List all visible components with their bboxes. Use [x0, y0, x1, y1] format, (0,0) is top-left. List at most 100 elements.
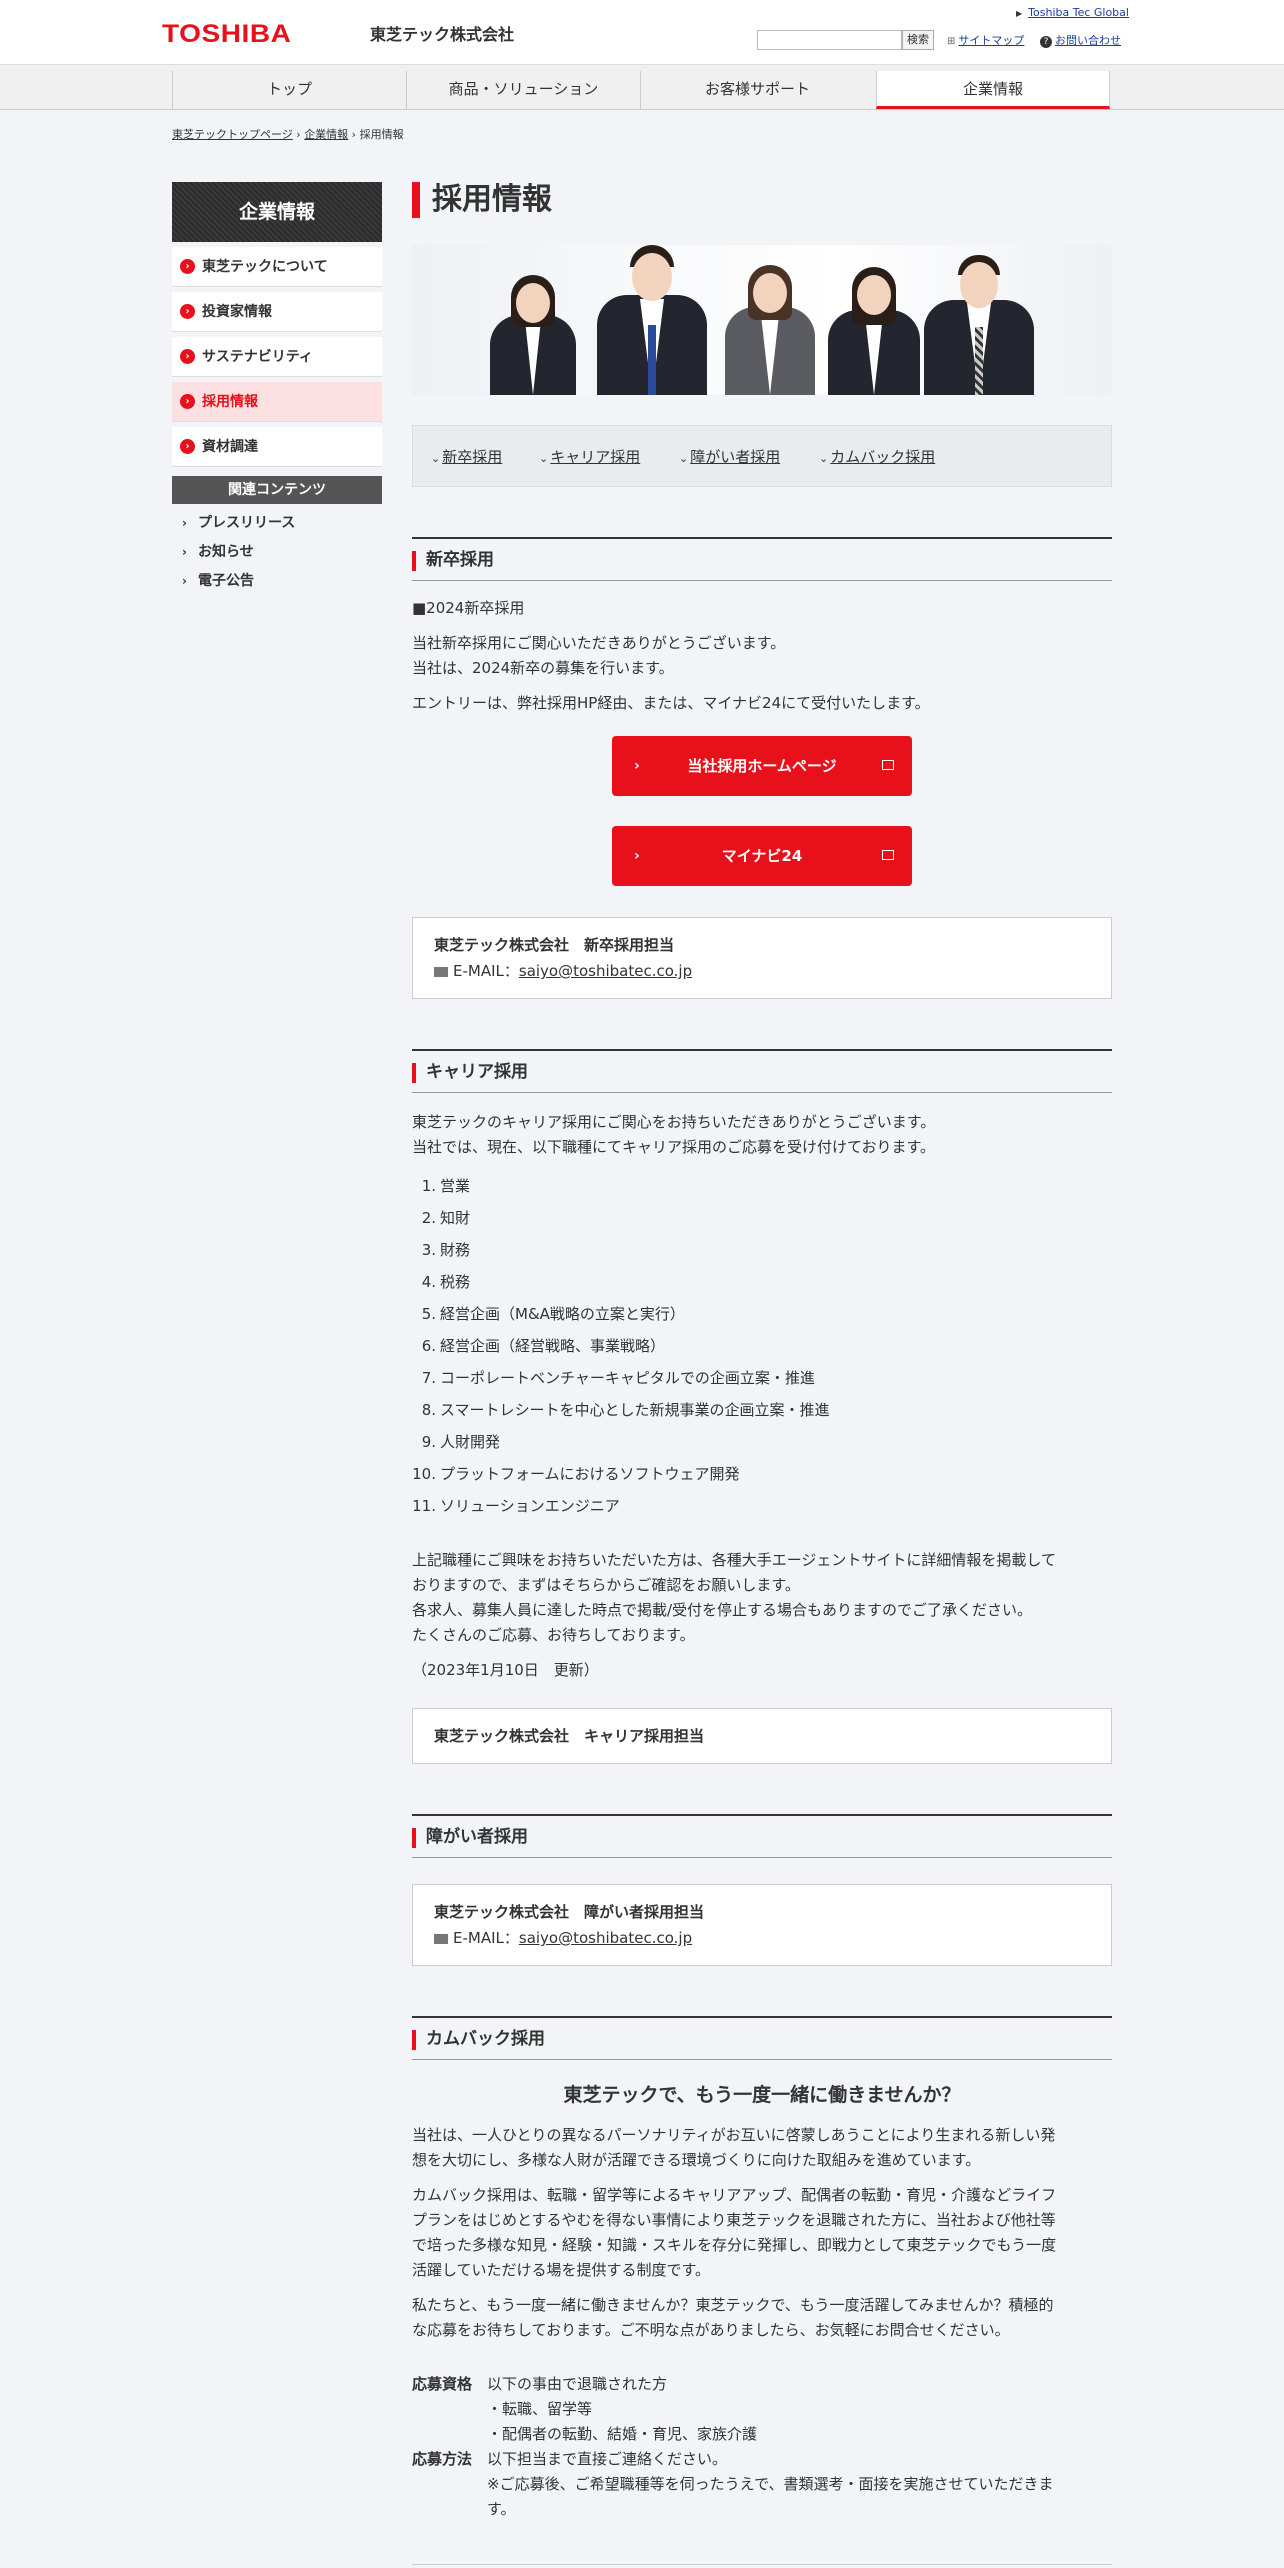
sitemap-link[interactable]: サイトマップ [958, 34, 1024, 47]
method-value: 以下担当まで直接ご連絡ください。 [487, 2450, 728, 2468]
sitemap-link-row: ⊞ サイトマップ [947, 32, 1024, 48]
external-link-icon [882, 760, 894, 770]
career-job-item: 1. 営業 [412, 1170, 1112, 1202]
new-grad-text: 当社は、2024新卒の募集を行います。 [412, 659, 674, 677]
sidebar-title[interactable]: 企業情報 [172, 182, 382, 242]
list-number: 6. [421, 1337, 436, 1355]
chevron-down-icon: ⌄ [819, 452, 829, 465]
anchor-comeback[interactable]: ⌄ カムバック採用 [819, 446, 935, 467]
chevron-right-icon: › [180, 394, 195, 409]
breadcrumb: 東芝テックトップページ › 企業情報 › 採用情報 [172, 128, 404, 141]
external-link-icon [882, 850, 894, 860]
contact-link[interactable]: お問い合わせ [1055, 34, 1121, 47]
tab-support[interactable]: お客様サポート [640, 71, 874, 109]
job-label: コーポレートベンチャーキャピタルでの企画立案・推進 [440, 1369, 815, 1387]
disability-contact-box: 東芝テック株式会社 障がい者採用担当 E-MAIL：saiyo@toshibat… [412, 1884, 1112, 1966]
career-job-item: 4. 税務 [412, 1266, 1112, 1298]
contact-title: 東芝テック株式会社 キャリア採用担当 [434, 1727, 705, 1745]
chevron-down-icon: ⌄ [431, 452, 441, 465]
qualification-row: 応募資格 以下の事由で退職された方 ・転職、留学等 ・配偶者の転勤、結婚・育児、… [412, 2372, 1112, 2447]
recruit-homepage-button[interactable]: › 当社採用ホームページ [612, 736, 912, 796]
qualification-value: ・転職、留学等 [487, 2400, 593, 2418]
comeback-text: で培った多様な知見・経験・知識・スキルを存分に発揮し、即戦力として東芝テックでも… [412, 2236, 1057, 2254]
mynavi-button[interactable]: › マイナビ24 [612, 826, 912, 886]
chevron-right-icon: › [180, 304, 195, 319]
button-label: 当社採用ホームページ [687, 757, 837, 775]
contact-title: 東芝テック株式会社 新卒採用担当 [434, 936, 675, 954]
anchor-label: キャリア採用 [550, 448, 641, 466]
job-label: ソリューションエンジニア [440, 1497, 620, 1515]
qualification-value: 以下の事由で退職された方 [487, 2375, 668, 2393]
method-value: す。 [487, 2500, 516, 2518]
new-grad-text: 当社新卒採用にご関心いただきありがとうございます。 [412, 634, 786, 652]
global-nav: トップ 商品・ソリューション お客様サポート 企業情報 [0, 64, 1284, 110]
sidebar-item-label: 投資家情報 [202, 304, 272, 320]
section-heading-disability: 障がい者採用 [412, 1814, 1112, 1858]
mail-label: E-MAIL： [453, 1929, 519, 1947]
job-label: 経営企画（M&A戦略の立案と実行） [440, 1305, 685, 1323]
job-label: 人財開発 [440, 1433, 501, 1451]
sidebar-item-sustainability[interactable]: › サステナビリティ [172, 337, 382, 377]
contact-mail: E-MAIL：saiyo@toshibatec.co.jp [434, 958, 1090, 984]
related-item-label: お知らせ [198, 544, 254, 560]
qualification-label: 応募資格 [412, 2375, 473, 2393]
tab-products[interactable]: 商品・ソリューション [406, 71, 640, 109]
toshiba-tec-global-link[interactable]: Toshiba Tec Global [1028, 6, 1129, 19]
mail-link[interactable]: saiyo@toshibatec.co.jp [519, 1929, 692, 1947]
tab-corporate[interactable]: 企業情報 [876, 71, 1110, 109]
person-image [725, 265, 815, 395]
related-item-notice[interactable]: › 電子公告 [172, 571, 382, 591]
breadcrumb-home[interactable]: 東芝テックトップページ [172, 128, 293, 141]
career-job-item: 2. 知財 [412, 1202, 1112, 1234]
mail-icon [434, 1933, 448, 1944]
search-button[interactable]: 検索 [902, 30, 934, 50]
global-link-row: ▶ Toshiba Tec Global [1016, 6, 1129, 19]
divider [412, 2564, 1112, 2568]
new-grad-text: エントリーは、弊社採用HP経由、または、マイナビ24にて受付いたします。 [412, 694, 930, 712]
chevron-right-icon: › [634, 758, 640, 774]
sidebar-item-about[interactable]: › 東芝テックについて [172, 247, 382, 287]
new-grad-sub: ■2024新卒採用 [412, 599, 525, 617]
comeback-text: 私たちと、もう一度一緒に働きませんか？東芝テックで、もう一度活躍してみませんか？… [412, 2296, 1054, 2314]
career-job-item: 7. コーポレートベンチャーキャピタルでの企画立案・推進 [412, 1362, 1112, 1394]
comeback-text: な応募をお待ちしております。ご不明な点がありましたら、お気軽にお問合せください。 [412, 2321, 1010, 2339]
sidebar-item-recruit[interactable]: › 採用情報 [172, 382, 382, 422]
question-icon: ? [1040, 36, 1052, 48]
breadcrumb-corporate[interactable]: 企業情報 [304, 128, 348, 141]
related-item-news[interactable]: › お知らせ [172, 542, 382, 562]
method-value: ※ご応募後、ご希望職種等を伺ったうえで、書類選考・面接を実施させていただきま [487, 2475, 1054, 2493]
job-label: 税務 [440, 1273, 471, 1291]
job-label: プラットフォームにおけるソフトウェア開発 [440, 1465, 740, 1483]
list-number: 1. [421, 1177, 436, 1195]
search-input[interactable] [757, 30, 902, 50]
main-content: 採用情報 ⌄ 新卒採用 ⌄ キャリア採用 ⌄ 障がい者採用 ⌄ カムバック採用 … [412, 180, 1112, 2565]
job-label: 知財 [440, 1209, 471, 1227]
related-item-press[interactable]: › プレスリリース [172, 513, 382, 533]
sidebar-item-procurement[interactable]: › 資材調達 [172, 427, 382, 467]
toshiba-logo[interactable]: TOSHIBA [162, 20, 291, 49]
tab-top[interactable]: トップ [172, 71, 406, 109]
career-job-item: 9. 人財開発 [412, 1426, 1112, 1458]
anchor-new-grad[interactable]: ⌄ 新卒採用 [431, 446, 502, 467]
person-image [924, 255, 1034, 395]
method-label: 応募方法 [412, 2450, 473, 2468]
list-number: 4. [421, 1273, 436, 1291]
career-job-item: 11. ソリューションエンジニア [412, 1490, 1112, 1522]
career-contact-box: 東芝テック株式会社 キャリア採用担当 [412, 1708, 1112, 1764]
recruit-hero-image [412, 245, 1112, 395]
anchor-disability[interactable]: ⌄ 障がい者採用 [679, 446, 780, 467]
section-heading-new-grad: 新卒採用 [412, 537, 1112, 581]
contact-title: 東芝テック株式会社 障がい者採用担当 [434, 1903, 705, 1921]
career-text: おりますので、まずはそちらからご確認をお願いします。 [412, 1576, 800, 1594]
anchor-label: 障がい者採用 [690, 448, 781, 466]
chevron-right-icon: › [180, 439, 195, 454]
comeback-text: 活躍していただける場を提供する制度です。 [412, 2261, 711, 2279]
sidebar-item-label: サステナビリティ [202, 349, 313, 365]
sidebar-item-investors[interactable]: › 投資家情報 [172, 292, 382, 332]
list-number: 8. [421, 1401, 436, 1419]
section-heading-comeback: カムバック採用 [412, 2016, 1112, 2060]
company-name: 東芝テック株式会社 [370, 25, 515, 44]
mail-link[interactable]: saiyo@toshibatec.co.jp [519, 962, 692, 980]
list-number: 10. [412, 1465, 436, 1483]
anchor-career[interactable]: ⌄ キャリア採用 [539, 446, 640, 467]
